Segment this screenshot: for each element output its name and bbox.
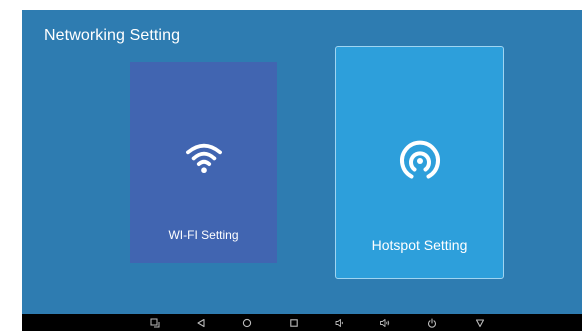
- screenshot-icon: [150, 318, 160, 327]
- home-button[interactable]: [240, 316, 254, 329]
- hide-navbar-icon: [475, 318, 485, 327]
- volume-up-icon: [380, 318, 390, 327]
- power-button[interactable]: [425, 316, 439, 329]
- hotspot-setting-label: Hotspot Setting: [371, 237, 468, 253]
- networking-setting-screen: Networking Setting WI-FI Setting Hotspot…: [22, 10, 582, 314]
- back-icon: [197, 318, 205, 327]
- back-button[interactable]: [194, 316, 208, 329]
- wifi-setting-card[interactable]: WI-FI Setting: [130, 62, 277, 263]
- recents-button[interactable]: [287, 316, 301, 329]
- page-title: Networking Setting: [44, 27, 181, 44]
- home-icon: [242, 318, 252, 327]
- hide-navbar-button[interactable]: [473, 316, 487, 329]
- screenshot-button[interactable]: [148, 316, 162, 329]
- power-icon: [427, 317, 437, 328]
- volume-down-icon: [335, 318, 343, 327]
- volume-up-button[interactable]: [378, 316, 392, 329]
- wifi-setting-label: WI-FI Setting: [168, 228, 239, 242]
- wifi-icon: [185, 143, 222, 174]
- volume-down-button[interactable]: [333, 316, 347, 329]
- hotspot-icon: [399, 140, 440, 179]
- hotspot-setting-card[interactable]: Hotspot Setting: [335, 46, 504, 279]
- recents-icon: [290, 318, 298, 327]
- navigation-bar: [22, 314, 582, 331]
